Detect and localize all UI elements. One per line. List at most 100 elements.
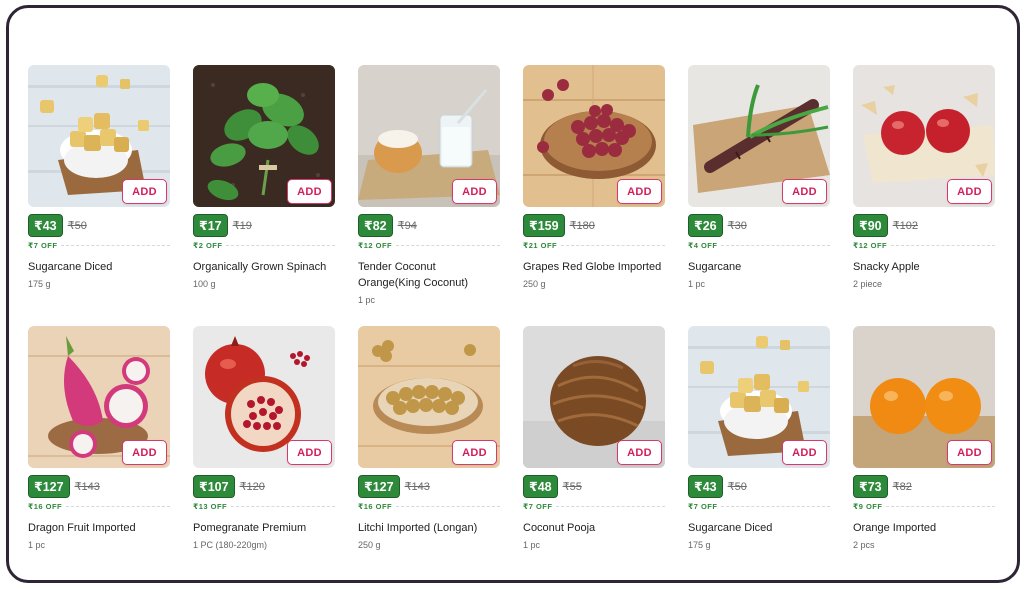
price-badge: ₹48 [523, 474, 558, 498]
product-card[interactable]: ADD ₹17 ₹19 ₹2 OFF Organically Grown Spi… [193, 65, 335, 305]
product-quantity: 1 pc [523, 540, 541, 550]
price-row: ₹73 ₹82 [853, 474, 995, 498]
product-image[interactable]: ADD [523, 326, 665, 468]
divider [556, 505, 665, 507]
product-image[interactable]: ADD [523, 65, 665, 207]
add-button[interactable]: ADD [122, 179, 167, 204]
product-name[interactable]: Litchi Imported (Longan) [358, 520, 500, 536]
product-card[interactable]: ADD ₹43 ₹50 ₹7 OFF Sugarcane Diced 175 g [688, 326, 830, 566]
divider [886, 505, 995, 507]
price-row: ₹127 ₹143 [28, 474, 170, 498]
product-quantity: 175 g [28, 279, 51, 289]
product-card[interactable]: ADD ₹73 ₹82 ₹9 OFF Orange Imported 2 pcs [853, 326, 995, 566]
product-name[interactable]: Sugarcane Diced [28, 259, 170, 275]
discount-label: ₹7 OFF [688, 501, 718, 511]
product-name[interactable]: Snacky Apple [853, 259, 995, 275]
price-badge: ₹82 [358, 213, 393, 237]
price-row: ₹159 ₹180 [523, 213, 665, 237]
product-name[interactable]: Sugarcane Diced [688, 520, 830, 536]
price-row: ₹107 ₹120 [193, 474, 335, 498]
add-button[interactable]: ADD [452, 440, 497, 465]
add-button[interactable]: ADD [617, 179, 662, 204]
product-image[interactable]: ADD [193, 326, 335, 468]
price-badge: ₹90 [853, 213, 888, 237]
price-badge: ₹26 [688, 213, 723, 237]
product-image[interactable]: ADD [853, 326, 995, 468]
add-button[interactable]: ADD [287, 440, 332, 465]
product-name[interactable]: Dragon Fruit Imported [28, 520, 170, 536]
price-badge: ₹107 [193, 474, 235, 498]
divider [61, 244, 170, 246]
product-name[interactable]: Grapes Red Globe Imported [523, 259, 665, 275]
product-image[interactable]: ADD [28, 326, 170, 468]
add-button[interactable]: ADD [287, 179, 332, 204]
discount-label: ₹16 OFF [28, 501, 63, 511]
mrp-price: ₹180 [569, 219, 595, 232]
discount-label: ₹7 OFF [523, 501, 553, 511]
product-name[interactable]: Orange Imported [853, 520, 995, 536]
mrp-price: ₹82 [892, 480, 912, 493]
add-button[interactable]: ADD [782, 440, 827, 465]
product-image[interactable]: ADD [193, 65, 335, 207]
add-button[interactable]: ADD [617, 440, 662, 465]
product-image[interactable]: ADD [358, 326, 500, 468]
product-quantity: 1 pc [688, 279, 706, 289]
price-badge: ₹43 [28, 213, 63, 237]
product-quantity: 1 pc [358, 295, 376, 305]
discount-label: ₹13 OFF [193, 501, 228, 511]
product-image[interactable]: ADD [358, 65, 500, 207]
add-button[interactable]: ADD [947, 440, 992, 465]
product-grid: ADD ₹43 ₹50 ₹7 OFF Sugarcane Diced 175 g [28, 65, 995, 566]
product-quantity: 2 pcs [853, 540, 875, 550]
price-row: ₹82 ₹94 [358, 213, 500, 237]
add-button[interactable]: ADD [947, 179, 992, 204]
product-card[interactable]: ADD ₹127 ₹143 ₹16 OFF Dragon Fruit Impor… [28, 326, 170, 566]
product-card[interactable]: ADD ₹26 ₹30 ₹4 OFF Sugarcane 1 pc [688, 65, 830, 305]
discount-label: ₹4 OFF [688, 240, 718, 250]
add-button[interactable]: ADD [782, 179, 827, 204]
mrp-price: ₹50 [67, 219, 87, 232]
price-row: ₹90 ₹102 [853, 213, 995, 237]
product-name[interactable]: Sugarcane [688, 259, 830, 275]
mrp-price: ₹50 [727, 480, 747, 493]
divider [396, 244, 500, 246]
add-button[interactable]: ADD [122, 440, 167, 465]
product-card[interactable]: ADD ₹159 ₹180 ₹21 OFF Grapes Red Globe I… [523, 65, 665, 305]
product-image[interactable]: ADD [28, 65, 170, 207]
price-badge: ₹73 [853, 474, 888, 498]
product-name[interactable]: Tender Coconut Orange(King Coconut) [358, 259, 500, 291]
mrp-price: ₹120 [239, 480, 265, 493]
price-row: ₹43 ₹50 [28, 213, 170, 237]
add-button[interactable]: ADD [452, 179, 497, 204]
product-quantity: 100 g [193, 279, 216, 289]
product-card[interactable]: ADD ₹43 ₹50 ₹7 OFF Sugarcane Diced 175 g [28, 65, 170, 305]
divider [561, 244, 665, 246]
price-badge: ₹127 [28, 474, 70, 498]
discount-label: ₹9 OFF [853, 501, 883, 511]
mrp-price: ₹102 [892, 219, 918, 232]
product-name[interactable]: Pomegranate Premium [193, 520, 335, 536]
divider [231, 505, 335, 507]
product-quantity: 2 piece [853, 279, 883, 289]
discount-label: ₹7 OFF [28, 240, 58, 250]
product-card[interactable]: ADD ₹107 ₹120 ₹13 OFF Pomegranate Premiu… [193, 326, 335, 566]
mrp-price: ₹30 [727, 219, 747, 232]
product-card[interactable]: ADD ₹82 ₹94 ₹12 OFF Tender Coconut Orang… [358, 65, 500, 305]
mrp-price: ₹55 [562, 480, 582, 493]
product-card[interactable]: ADD ₹127 ₹143 ₹16 OFF Litchi Imported (L… [358, 326, 500, 566]
product-name[interactable]: Coconut Pooja [523, 520, 665, 536]
product-quantity: 1 pc [28, 540, 46, 550]
product-image[interactable]: ADD [688, 65, 830, 207]
product-card[interactable]: ADD ₹90 ₹102 ₹12 OFF Snacky Apple 2 piec… [853, 65, 995, 305]
product-name[interactable]: Organically Grown Spinach [193, 259, 335, 275]
price-row: ₹127 ₹143 [358, 474, 500, 498]
price-badge: ₹159 [523, 213, 565, 237]
divider [891, 244, 995, 246]
product-card[interactable]: ADD ₹48 ₹55 ₹7 OFF Coconut Pooja 1 pc [523, 326, 665, 566]
product-image[interactable]: ADD [853, 65, 995, 207]
divider [66, 505, 170, 507]
product-image[interactable]: ADD [688, 326, 830, 468]
product-quantity: 175 g [688, 540, 711, 550]
divider [396, 505, 500, 507]
discount-label: ₹12 OFF [853, 240, 888, 250]
